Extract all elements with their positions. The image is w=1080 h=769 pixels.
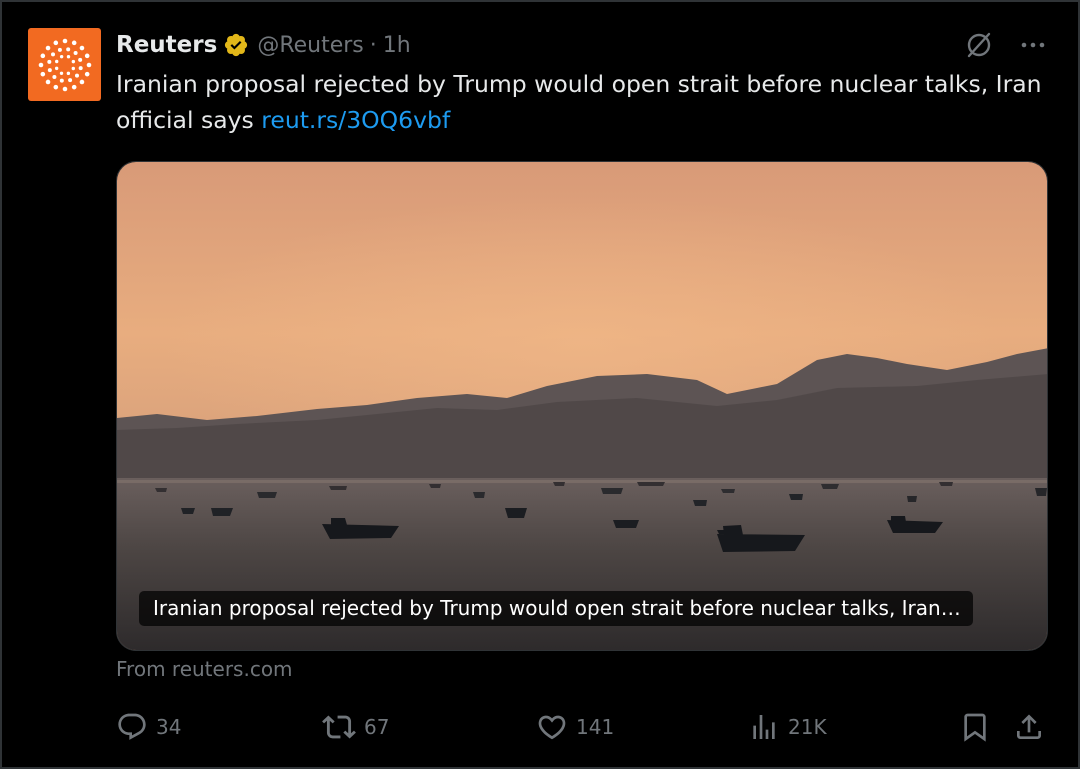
repost-icon <box>322 715 356 739</box>
reply-button[interactable]: 34 <box>116 708 181 746</box>
verified-badge-icon <box>225 33 248 57</box>
tweet-body: Iranian proposal rejected by Trump would… <box>116 70 1042 134</box>
share-icon <box>1017 714 1041 739</box>
separator-dot: · <box>369 32 377 58</box>
bookmark-icon <box>964 713 986 742</box>
tweet-link[interactable]: reut.rs/3OQ6vbf <box>261 106 450 134</box>
views-button[interactable]: 21K <box>748 708 827 746</box>
post-time[interactable]: 1h <box>383 33 411 58</box>
like-count: 141 <box>576 715 615 739</box>
card-title: Iranian proposal rejected by Trump would… <box>139 591 973 626</box>
bookmark-button[interactable] <box>959 708 991 746</box>
top-actions <box>964 30 1048 60</box>
tweet-header: Reuters @Reuters · 1h <box>116 28 411 62</box>
repost-button[interactable]: 67 <box>322 708 389 746</box>
grok-icon[interactable] <box>964 30 994 60</box>
more-options-icon[interactable] <box>1018 30 1048 60</box>
reuters-logo-icon <box>38 38 91 91</box>
heart-icon <box>538 715 566 740</box>
link-card[interactable]: Iranian proposal rejected by Trump would… <box>116 161 1048 651</box>
reply-icon <box>118 713 146 740</box>
reuters-avatar[interactable] <box>28 28 101 101</box>
share-button[interactable] <box>1013 708 1045 746</box>
views-count: 21K <box>788 715 827 739</box>
card-image <box>117 162 1047 650</box>
card-source[interactable]: From reuters.com <box>116 657 293 681</box>
reply-count: 34 <box>156 715 182 739</box>
tweet-text: Iranian proposal rejected by Trump would… <box>116 66 1056 138</box>
author-name[interactable]: Reuters <box>116 32 217 58</box>
views-icon <box>753 715 775 739</box>
like-button[interactable]: 141 <box>536 708 614 746</box>
author-handle[interactable]: @Reuters <box>257 33 363 58</box>
tweet-container: Reuters @Reuters · 1h Iranian proposal r… <box>0 0 1080 769</box>
action-bar: 34 67 141 21K <box>116 708 1050 746</box>
repost-count: 67 <box>364 715 390 739</box>
